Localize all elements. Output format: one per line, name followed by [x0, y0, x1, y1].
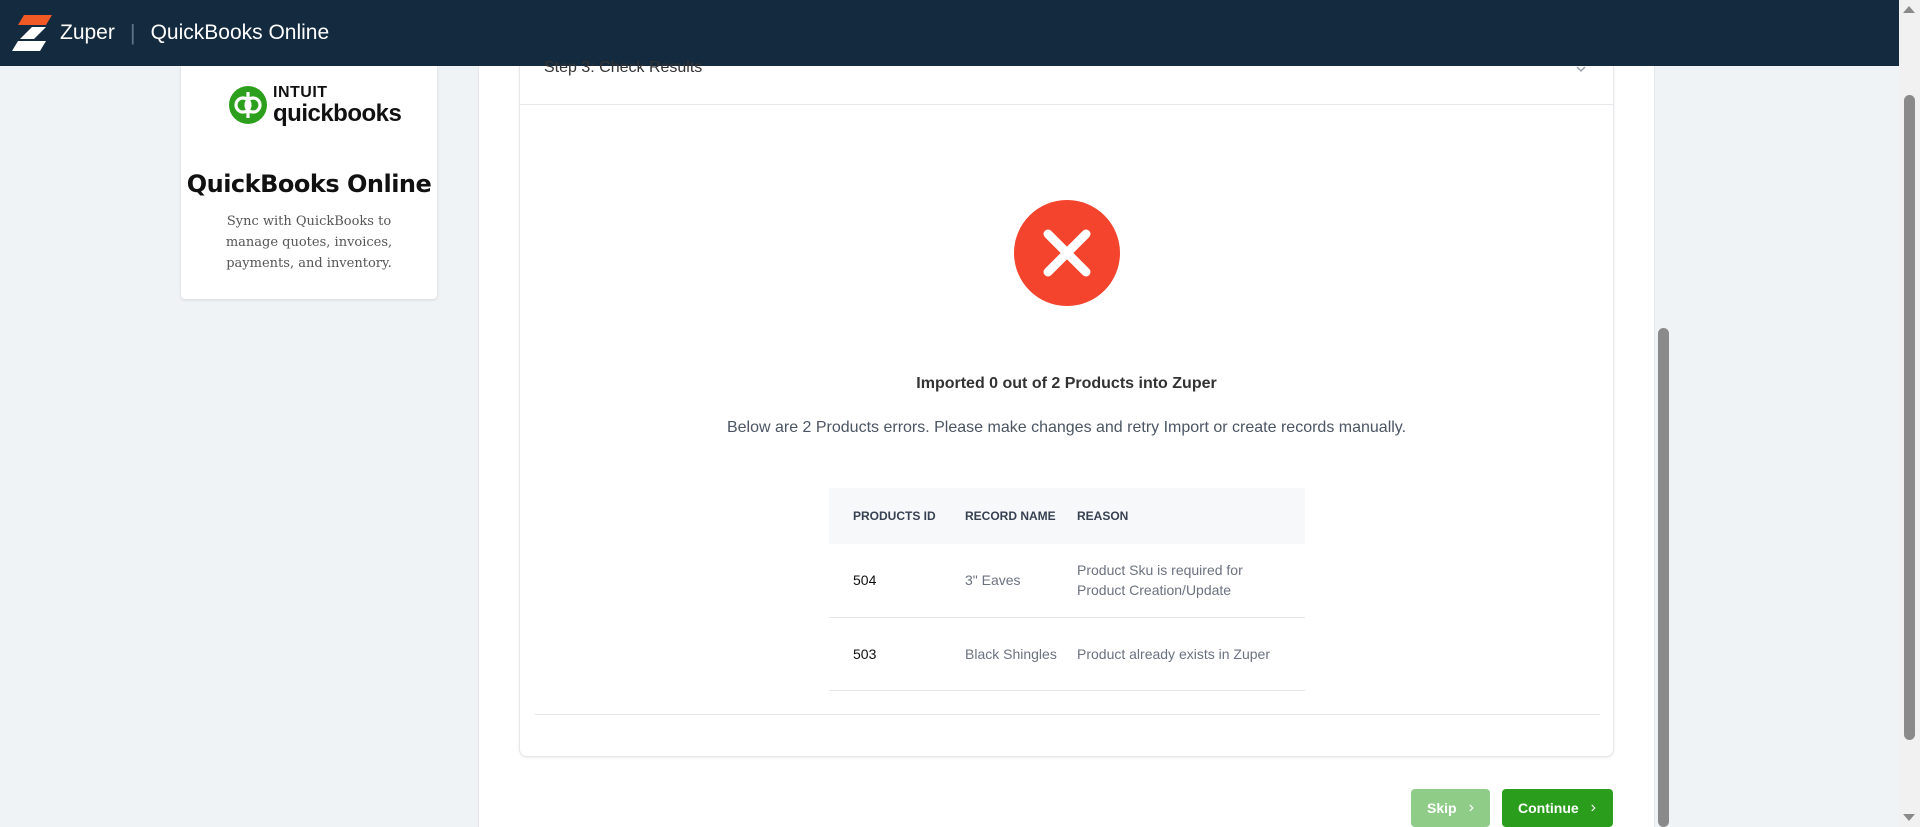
integration-title: QuickBooks Online	[186, 170, 432, 198]
chevron-right-icon: ›	[1590, 799, 1596, 816]
scroll-up-arrow-icon[interactable]	[1903, 6, 1915, 13]
step-results-card: Step 3: Check Results Imported 0 out of …	[519, 59, 1614, 757]
window-scrollbar[interactable]	[1899, 0, 1920, 827]
zuper-logo-icon[interactable]	[10, 11, 54, 55]
quickbooks-qb-icon	[229, 86, 267, 124]
step-header[interactable]: Step 3: Check Results	[520, 59, 1613, 105]
window-scrollbar-thumb[interactable]	[1904, 95, 1915, 740]
skip-button-label: Skip	[1427, 800, 1457, 816]
table-row: 504 3" Eaves Product Sku is required for…	[829, 544, 1305, 618]
quickbooks-logo-bottom-text: quickbooks	[273, 100, 402, 127]
record-name-cell: Black Shingles	[959, 617, 1077, 691]
continue-button-label: Continue	[1518, 800, 1579, 816]
scroll-down-arrow-icon[interactable]	[1903, 814, 1915, 821]
chevron-down-icon[interactable]	[1575, 62, 1587, 74]
main-content-area: Step 3: Check Results Imported 0 out of …	[478, 59, 1655, 827]
import-result-title: Imported 0 out of 2 Products into Zuper	[916, 375, 1217, 392]
reason-cell: Product already exists in Zuper	[1077, 617, 1305, 691]
product-id-cell: 504	[829, 544, 959, 618]
import-errors-table: PRODUCTS ID RECORD NAME REASON 504 3" Ea…	[829, 488, 1305, 691]
integration-info-card: INTUIT quickbooks QuickBooks Online Sync…	[181, 66, 437, 299]
reason-cell: Product Sku is required for Product Crea…	[1077, 544, 1305, 618]
continue-button[interactable]: Continue ›	[1502, 789, 1613, 827]
top-header-bar: Zuper | QuickBooks Online	[0, 0, 1899, 66]
content-scrollbar-thumb[interactable]	[1658, 328, 1669, 827]
app-title: QuickBooks Online	[150, 21, 330, 44]
import-result-description: Below are 2 Products errors. Please make…	[726, 419, 1407, 436]
column-header-products-id: PRODUCTS ID	[829, 488, 959, 544]
integration-description: Sync with QuickBooks to manage quotes, i…	[225, 214, 393, 271]
table-header-row: PRODUCTS ID RECORD NAME REASON	[829, 488, 1305, 544]
brand-name[interactable]: Zuper	[60, 21, 115, 45]
step-title: Step 3: Check Results	[544, 59, 703, 76]
card-divider	[535, 714, 1600, 715]
skip-button[interactable]: Skip ›	[1411, 789, 1490, 827]
column-header-reason: REASON	[1077, 488, 1305, 544]
product-id-cell: 503	[829, 617, 959, 691]
table-row: 503 Black Shingles Product already exist…	[829, 617, 1305, 691]
content-scrollbar[interactable]	[1655, 66, 1672, 827]
quickbooks-logo: INTUIT quickbooks	[229, 84, 402, 128]
column-header-record-name: RECORD NAME	[959, 488, 1077, 544]
error-x-icon	[1014, 200, 1120, 306]
record-name-cell: 3" Eaves	[959, 544, 1077, 618]
chevron-right-icon: ›	[1468, 799, 1474, 816]
header-separator: |	[129, 20, 136, 45]
